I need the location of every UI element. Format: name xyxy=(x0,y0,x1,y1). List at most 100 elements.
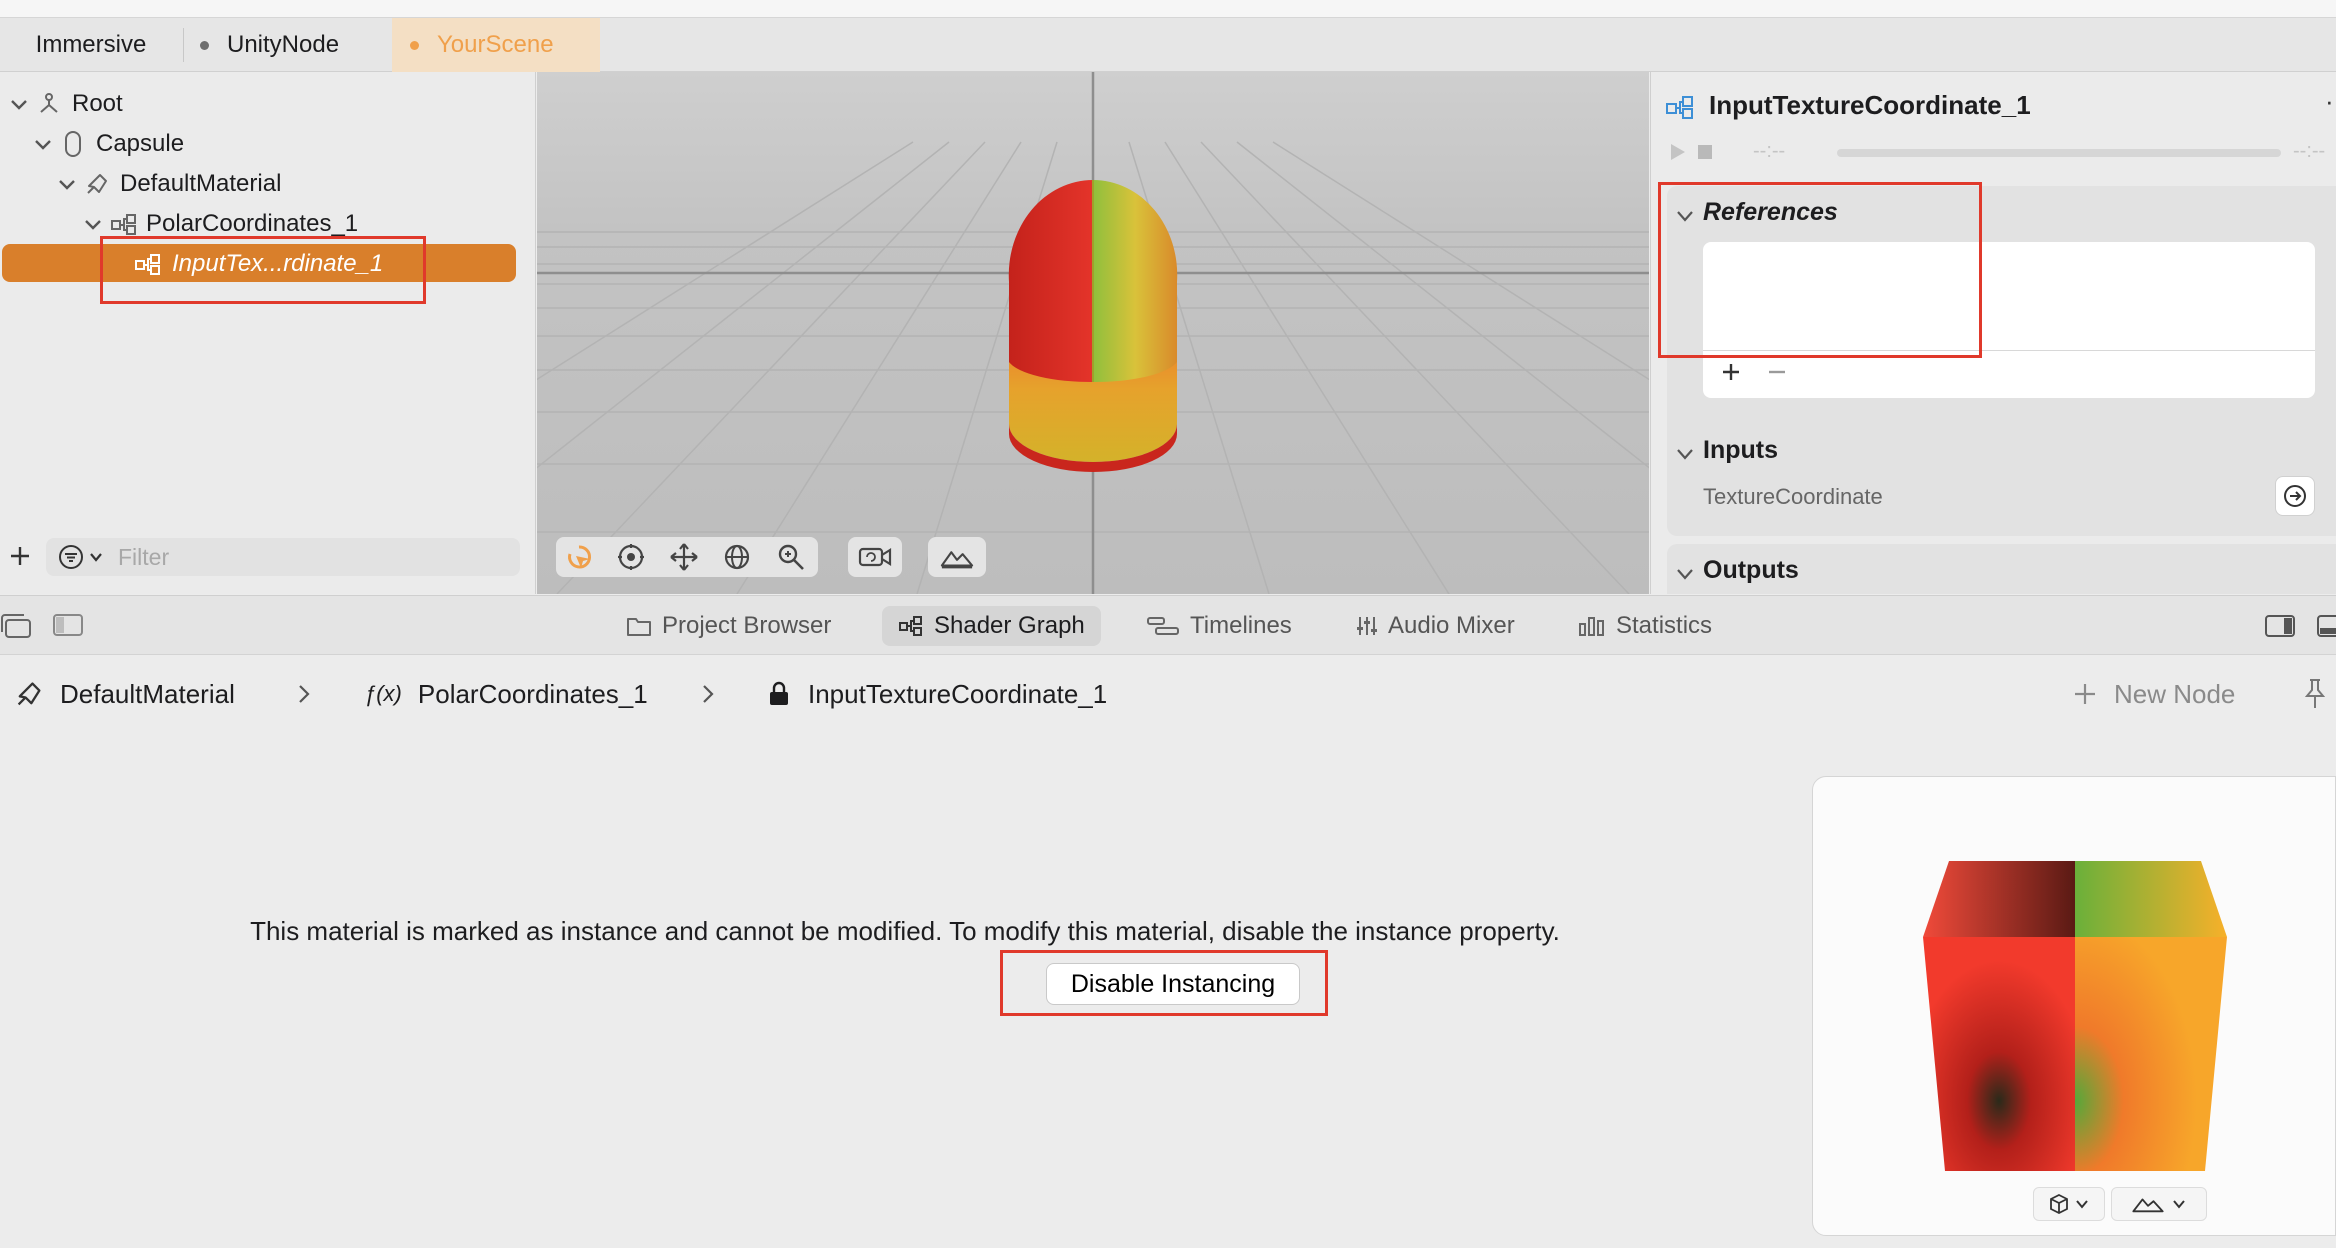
play-icon[interactable] xyxy=(1665,140,1689,164)
highlight-box-tree-selection xyxy=(100,236,426,304)
inspector-toggle-icon[interactable] xyxy=(2264,614,2296,638)
move-tool-button[interactable] xyxy=(667,541,701,573)
bar-chart-icon xyxy=(1579,617,1604,636)
new-node-button[interactable]: New Node xyxy=(2072,656,2235,732)
tree-item-label: Root xyxy=(72,90,123,117)
tab-unitynode[interactable]: UnityNode xyxy=(200,18,390,72)
orbit-icon xyxy=(618,544,644,570)
filter-menu-icon[interactable] xyxy=(58,544,84,570)
cube-preview-model[interactable] xyxy=(1923,861,2227,1171)
hierarchy-icon xyxy=(40,93,58,113)
tab-statistics[interactable]: Statistics xyxy=(1578,596,1712,656)
timeline-scrubber[interactable] xyxy=(1837,149,2281,157)
chevron-down-icon[interactable] xyxy=(8,93,30,115)
tab-audio-mixer[interactable]: Audio Mixer xyxy=(1356,596,1515,656)
node-graph-icon xyxy=(1666,96,1693,119)
mountains-icon xyxy=(940,551,974,569)
filter-field[interactable]: Filter xyxy=(46,538,520,576)
chevron-down-icon[interactable] xyxy=(32,133,54,155)
node-graph-icon xyxy=(111,214,136,235)
tab-immersive[interactable]: Immersive xyxy=(0,18,182,72)
stop-icon[interactable] xyxy=(1695,142,1715,162)
tab-label: Audio Mixer xyxy=(1388,612,1515,639)
chevron-right-icon xyxy=(299,685,310,703)
rotate-select-icon xyxy=(568,545,591,569)
add-entity-button[interactable] xyxy=(0,536,40,576)
tab-label: Shader Graph xyxy=(934,612,1085,639)
node-graph-icon xyxy=(899,616,922,636)
capsule-model[interactable] xyxy=(1008,179,1178,472)
highlight-box-references xyxy=(1658,182,1982,358)
select-tool-button[interactable] xyxy=(562,541,596,573)
tab-timelines[interactable]: Timelines xyxy=(1146,596,1292,656)
tree-item-root[interactable]: Root xyxy=(0,84,544,124)
preview-shape-menu[interactable] xyxy=(2033,1187,2105,1221)
bottom-panel-toggle-icon[interactable] xyxy=(2316,614,2336,638)
chevron-down-icon[interactable] xyxy=(88,549,104,565)
inputs-title: Inputs xyxy=(1703,436,1778,464)
more-options-icon[interactable]: · xyxy=(2325,86,2334,117)
plus-icon[interactable] xyxy=(1719,360,1743,384)
tab-shader-graph[interactable]: Shader Graph xyxy=(882,606,1101,646)
orbit-tool-button[interactable] xyxy=(614,541,648,573)
document-tab-bar: Immersive UnityNode YourScene xyxy=(0,18,2336,72)
chevron-down-icon[interactable] xyxy=(1675,444,1695,464)
material-preview-card xyxy=(1812,776,2336,1236)
chevron-down-icon xyxy=(2173,1200,2185,1209)
tree-item-defaultmaterial[interactable]: DefaultMaterial xyxy=(0,164,592,204)
material-brush-icon xyxy=(17,682,41,706)
instance-warning-message: This material is marked as instance and … xyxy=(250,916,1560,946)
inspector-title: InputTextureCoordinate_1 xyxy=(1709,90,2031,120)
input-item-label: TextureCoordinate xyxy=(1703,484,1883,509)
tab-modified-dot-icon xyxy=(200,40,209,50)
breadcrumb-item-polarcoordinates[interactable]: ƒ(x) PolarCoordinates_1 xyxy=(364,656,648,732)
sliders-icon xyxy=(1357,617,1377,635)
scene-viewport[interactable] xyxy=(537,72,1649,594)
tab-label: Immersive xyxy=(35,31,147,58)
preview-environment-menu[interactable] xyxy=(2111,1187,2207,1221)
camera-button[interactable] xyxy=(858,541,892,573)
scene-outline-panel: Root Capsule DefaultMaterial PolarCoordi… xyxy=(0,72,536,594)
highlight-box-disable-instancing xyxy=(1000,950,1328,1016)
pin-icon[interactable] xyxy=(2302,678,2328,710)
window-stack-icon[interactable] xyxy=(0,612,32,640)
breadcrumb-item-inputtexturecoordinate[interactable]: InputTextureCoordinate_1 xyxy=(768,656,1107,732)
capsule-icon xyxy=(65,131,81,157)
sidebar-toggle-icon[interactable] xyxy=(52,612,84,638)
tab-modified-dot-icon xyxy=(410,40,419,50)
new-node-label: New Node xyxy=(2114,678,2236,709)
chevron-down-icon xyxy=(2076,1200,2088,1209)
chevron-down-icon[interactable] xyxy=(82,213,104,235)
tab-yourscene[interactable]: YourScene xyxy=(392,18,600,72)
tab-label: YourScene xyxy=(437,31,554,58)
zoom-tool-button[interactable] xyxy=(774,541,808,573)
environment-button[interactable] xyxy=(940,541,974,573)
folder-icon xyxy=(627,618,651,636)
globe-tool-button[interactable] xyxy=(720,541,754,573)
plus-icon xyxy=(11,547,29,565)
tree-item-label: PolarCoordinates_1 xyxy=(146,210,359,237)
breadcrumb-label: PolarCoordinates_1 xyxy=(417,678,648,709)
tab-label: Project Browser xyxy=(662,612,832,639)
input-connect-button[interactable] xyxy=(2275,476,2315,516)
mountains-icon xyxy=(2132,1198,2164,1213)
globe-icon xyxy=(724,544,750,570)
tab-divider xyxy=(183,28,184,62)
video-camera-icon xyxy=(858,547,892,567)
breadcrumb: DefaultMaterial ƒ(x) PolarCoordinates_1 … xyxy=(0,656,2336,732)
function-icon: ƒ(x) xyxy=(364,681,402,706)
tab-label: Timelines xyxy=(1190,612,1292,639)
breadcrumb-item-defaultmaterial[interactable]: DefaultMaterial xyxy=(14,656,235,732)
tree-item-label: Capsule xyxy=(96,130,185,157)
chevron-down-icon[interactable] xyxy=(56,173,78,195)
lock-icon xyxy=(770,681,788,705)
time-total: --:-- xyxy=(2293,140,2326,162)
tab-project-browser[interactable]: Project Browser xyxy=(626,596,831,656)
tree-item-capsule[interactable]: Capsule xyxy=(0,124,568,164)
arrow-right-circle-icon xyxy=(2284,485,2306,507)
tab-label: UnityNode xyxy=(227,31,340,58)
editor-tab-strip: Project Browser Shader Graph Timelines A… xyxy=(0,595,2336,655)
chevron-down-icon[interactable] xyxy=(1675,564,1695,584)
viewport-grid xyxy=(537,72,1649,594)
minus-icon[interactable] xyxy=(1765,360,1789,384)
